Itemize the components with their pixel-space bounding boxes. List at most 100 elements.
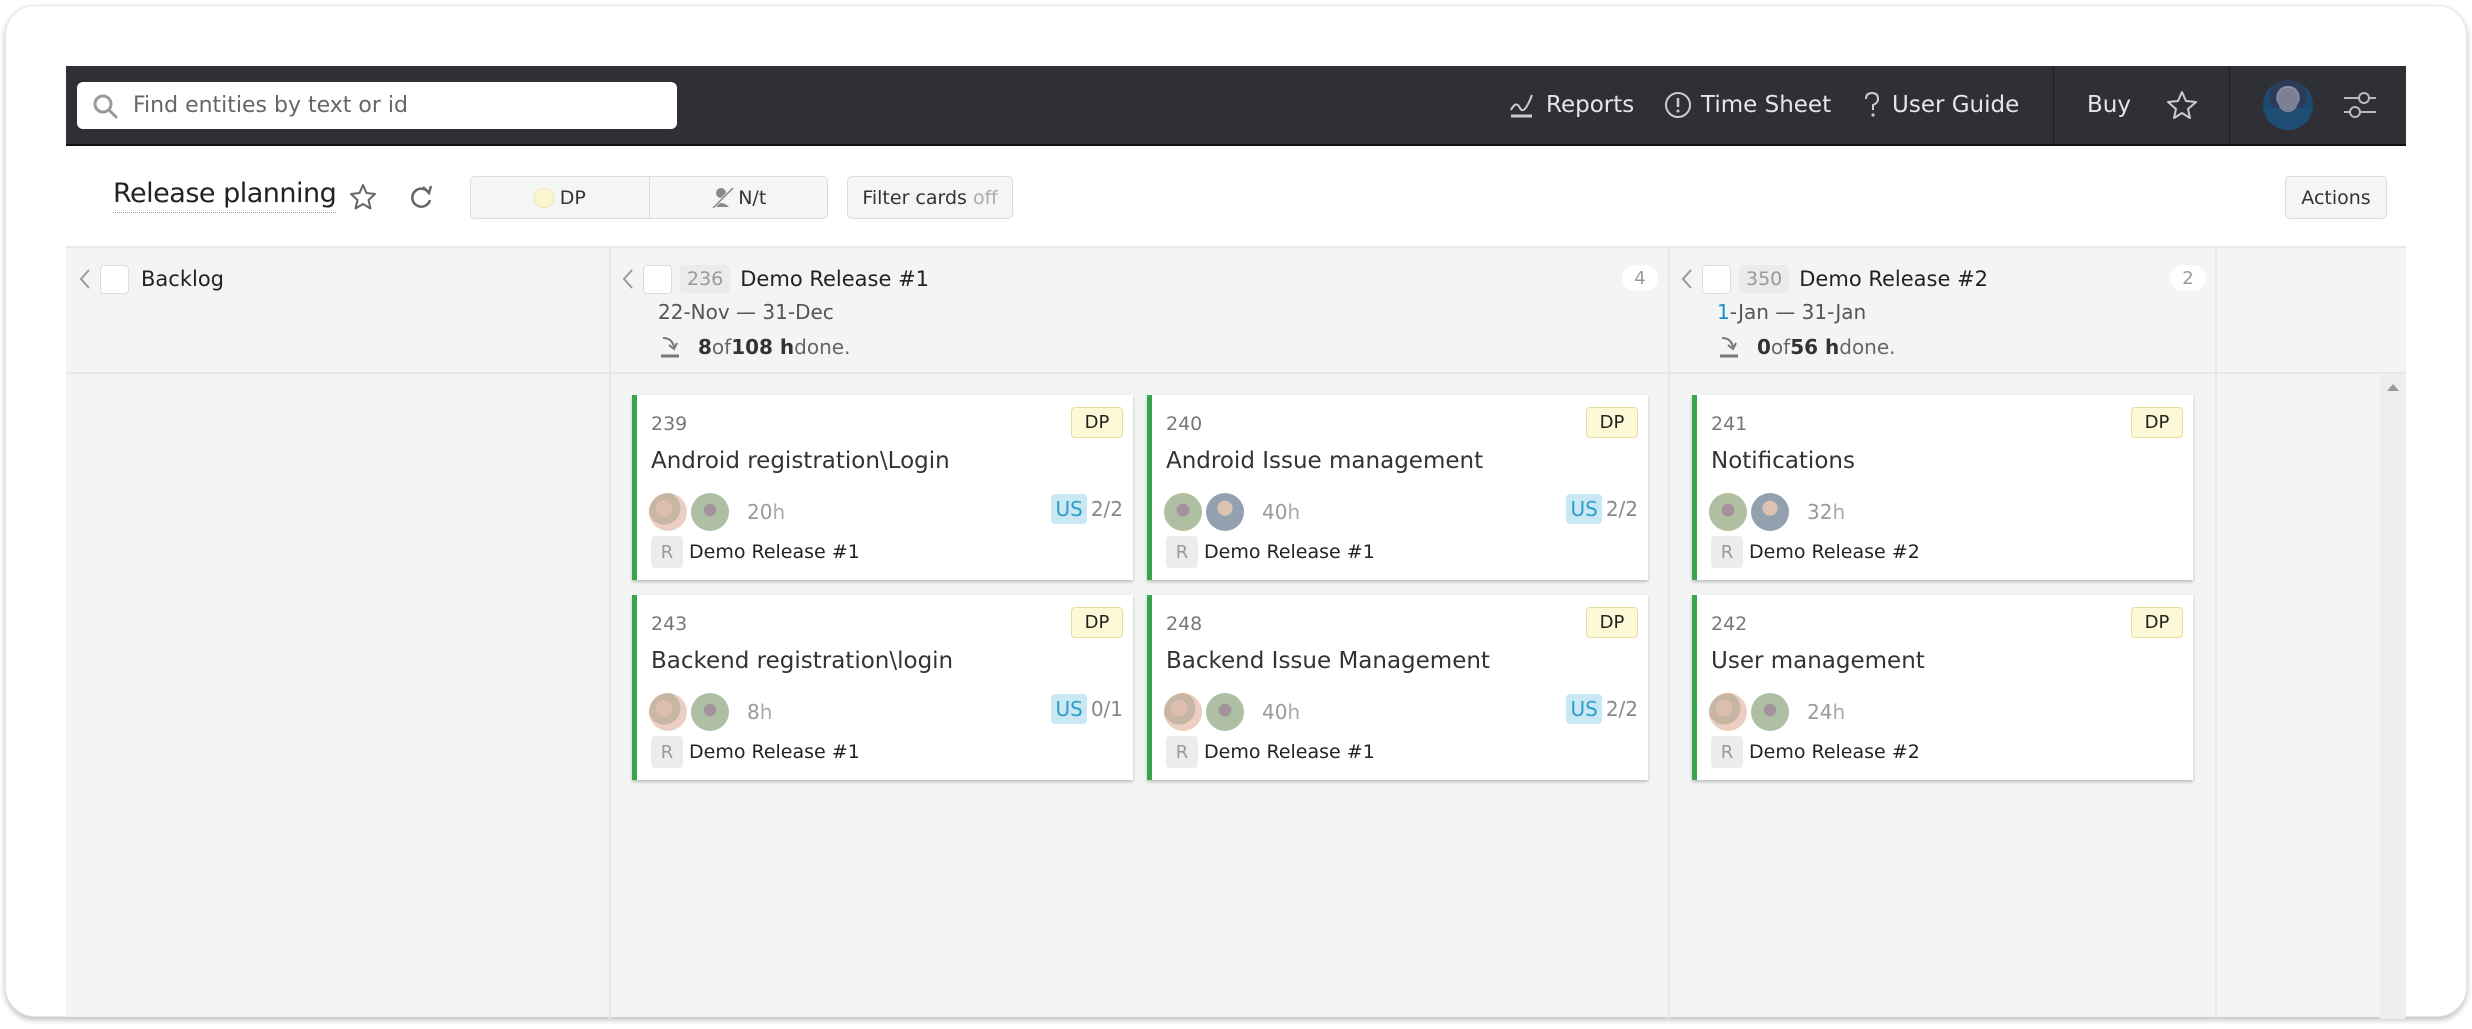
card-type-dp-toggle[interactable]: DP [471,177,649,218]
assignee-avatar[interactable] [1164,493,1202,531]
assignee-avatar[interactable] [1206,493,1244,531]
buy-button[interactable]: Buy [2087,66,2131,144]
favorites-button[interactable] [2166,66,2206,144]
search-input[interactable] [133,93,653,118]
select-backlog-checkbox[interactable] [100,264,129,294]
column-header-release-1: 236 Demo Release #1 4 22-Nov — 31-Dec 8 … [617,248,1662,372]
card-assignees: 20h [649,493,785,531]
collapse-release-1-button[interactable] [617,264,639,294]
card-240[interactable]: 240 DP Android Issue management 40h US 2/… [1147,395,1648,580]
axis-nt-toggle[interactable]: N/t [648,177,828,218]
us-count: 2/2 [1605,697,1638,721]
release-tag: R [1711,736,1743,768]
of-text: of [1770,335,1791,359]
card-effort: 20h [747,500,786,524]
assignee-avatar[interactable] [691,693,729,731]
card-type-tag: DP [1586,407,1638,438]
page-title[interactable]: Release planning [113,176,337,213]
assignee-avatar[interactable] [691,493,729,531]
chevron-left-icon [622,269,633,289]
search-box[interactable] [77,82,677,129]
dp-toggle-label: DP [559,186,586,209]
actions-button[interactable]: Actions [2285,176,2387,219]
favorite-star-icon[interactable] [348,182,378,212]
card-239[interactable]: 239 DP Android registration\Login 20h US… [632,395,1133,580]
card-assignees: 8h [649,693,772,731]
card-title: Notifications [1711,448,1855,474]
date-separator: — [729,300,763,324]
assignee-avatar[interactable] [1751,693,1789,731]
us-tag: US [1566,494,1602,524]
chevron-left-icon [1681,269,1692,289]
card-type-tag: DP [1071,607,1123,638]
collapse-release-2-button[interactable] [1676,264,1698,294]
assignee-avatar[interactable] [1206,693,1244,731]
assignee-avatar[interactable] [1709,493,1747,531]
card-release: R Demo Release #2 [1711,736,1920,768]
hours-total: 108 h [731,335,795,359]
card-243[interactable]: 243 DP Backend registration\login 8h US 0… [632,595,1133,780]
select-release-2-checkbox[interactable] [1702,264,1731,294]
release-name: Demo Release #1 [1204,741,1375,763]
release-tag: R [1166,536,1198,568]
chevron-left-icon [79,269,90,289]
assignee-avatar[interactable] [1164,693,1202,731]
refresh-icon[interactable] [406,182,436,212]
card-title: Android registration\Login [651,448,950,474]
card-id: 243 [651,613,688,635]
card-release: R Demo Release #1 [651,736,860,768]
release-start-date-month: -Jan [1729,300,1769,324]
select-release-1-checkbox[interactable] [643,264,672,294]
release-progress: 0 of 56 h done. [1717,334,1896,360]
card-release: R Demo Release #2 [1711,536,1920,568]
column-header-release-2: 350 Demo Release #2 2 1-Jan — 31-Jan 0 o… [1676,248,2210,372]
column-divider [1668,248,1670,1019]
card-id: 241 [1711,413,1748,435]
nav-time-sheet-label: Time Sheet [1701,92,1832,118]
actions-label: Actions [2301,186,2371,209]
user-stories-progress: US 2/2 [1566,694,1638,724]
nav-time-sheet[interactable]: Time Sheet [1663,66,1831,144]
card-id: 248 [1166,613,1203,635]
settings-button[interactable] [2342,66,2386,144]
vertical-scrollbar[interactable] [2380,374,2406,1019]
search-icon [93,94,118,118]
column-divider [2215,248,2217,1019]
card-assignees: 24h [1709,693,1845,731]
user-stories-progress: US 2/2 [1566,494,1638,524]
filter-cards-button[interactable]: Filter cards off [847,176,1013,219]
us-tag: US [1566,694,1602,724]
scroll-up-arrow-icon[interactable] [2387,384,2399,391]
user-avatar[interactable] [2263,80,2313,130]
card-type-tag: DP [1586,607,1638,638]
card-type-tag: DP [2131,407,2183,438]
nav-reports[interactable]: Reports [1508,66,1634,144]
card-title: Backend Issue Management [1166,648,1490,674]
assignee-avatar[interactable] [1751,493,1789,531]
card-241[interactable]: 241 DP Notifications 32h R Demo Release #… [1692,395,2193,580]
star-icon [2167,91,2197,119]
column-divider [609,248,611,1019]
release-tag: R [651,536,683,568]
date-separator: — [1768,300,1802,324]
card-count-badge: 4 [1622,265,1658,291]
collapse-backlog-button[interactable] [74,264,96,294]
card-effort: 8h [747,700,773,724]
question-icon [1865,91,1880,117]
card-id: 239 [651,413,688,435]
card-248[interactable]: 248 DP Backend Issue Management 40h US 2/… [1147,595,1648,780]
release-name-link[interactable]: Demo Release #2 [1799,267,1988,291]
assignee-avatar[interactable] [1709,693,1747,731]
assignee-avatar[interactable] [649,493,687,531]
card-release: R Demo Release #1 [1166,736,1375,768]
card-242[interactable]: 242 DP User management 24h R Demo Release… [1692,595,2193,780]
card-title: User management [1711,648,1925,674]
nav-user-guide[interactable]: User Guide [1860,66,2019,144]
assignee-avatar[interactable] [649,693,687,731]
release-name-link[interactable]: Demo Release #1 [740,267,929,291]
header-divider [66,372,2406,374]
nav-reports-label: Reports [1546,92,1635,118]
us-tag: US [1051,494,1087,524]
column-title: Backlog [141,267,224,291]
nav-user-guide-label: User Guide [1892,92,2020,118]
